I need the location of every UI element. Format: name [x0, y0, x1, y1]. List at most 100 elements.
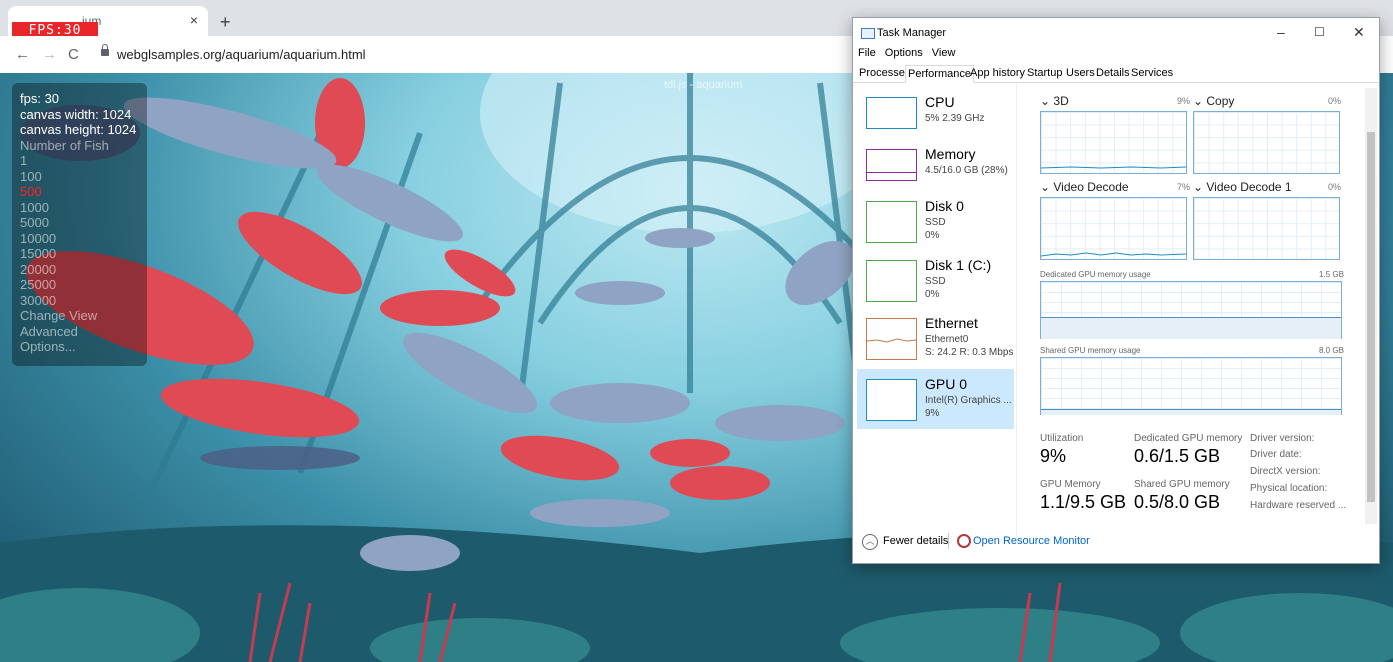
- shared-memory-graph: [1040, 357, 1342, 415]
- tab-services[interactable]: Services: [1129, 65, 1175, 82]
- back-button[interactable]: ←: [15, 46, 30, 63]
- menu-options[interactable]: Options: [885, 47, 923, 59]
- directx-version-label: DirectX version:: [1250, 466, 1321, 477]
- fish-option-selected[interactable]: 500: [20, 184, 147, 200]
- fish-option[interactable]: 1000: [20, 200, 147, 216]
- resource-name: CPU: [925, 94, 955, 110]
- resource-detail: 0%: [925, 230, 940, 241]
- engine-copy-label: ⌄ Copy: [1193, 94, 1235, 108]
- task-manager-titlebar[interactable]: Task Manager – ☐ ✕: [853, 18, 1379, 48]
- resource-name: Disk 1 (C:): [925, 257, 992, 273]
- window-title: Task Manager: [877, 27, 947, 39]
- resource-detail: 5% 2.39 GHz: [925, 113, 985, 124]
- open-resource-monitor-link[interactable]: Open Resource Monitor: [973, 535, 1090, 547]
- menu-view[interactable]: View: [932, 47, 956, 59]
- tab-close-icon[interactable]: ×: [190, 12, 198, 28]
- cpu-thumbnail: [866, 97, 917, 129]
- engine-video-decode-pct: 7%: [1177, 182, 1191, 192]
- resource-detail: 0%: [925, 289, 940, 300]
- fewer-details-link[interactable]: Fewer details: [883, 535, 948, 547]
- canvas-height-readout: canvas height: 1024: [20, 122, 137, 137]
- dedicated-memory-graph: [1040, 281, 1342, 339]
- engine-copy-pct: 0%: [1328, 96, 1342, 106]
- minimize-button[interactable]: –: [1277, 24, 1285, 40]
- menu-file[interactable]: File: [858, 47, 876, 59]
- hardware-reserved-label: Hardware reserved ...: [1250, 500, 1347, 511]
- fish-option[interactable]: 15000: [20, 246, 147, 262]
- utilization-value: 9%: [1040, 446, 1067, 466]
- physical-location-label: Physical location:: [1250, 483, 1328, 494]
- resource-memory[interactable]: Memory 4.5/16.0 GB (28%): [857, 139, 1014, 197]
- fish-option[interactable]: 25000: [20, 277, 147, 293]
- footer-divider: [948, 533, 949, 549]
- advanced-link[interactable]: Advanced: [20, 324, 147, 340]
- close-button[interactable]: ✕: [1353, 24, 1365, 41]
- maximize-button[interactable]: ☐: [1314, 25, 1325, 39]
- tab-strip: Processes Performance App history Startu…: [853, 65, 1379, 83]
- resource-name: Ethernet: [925, 315, 978, 331]
- menu-bar: File Options View: [858, 47, 961, 59]
- dedicated-gpu-memory-value: 0.6/1.5 GB: [1134, 446, 1221, 466]
- utilization-label: Utilization: [1040, 433, 1084, 444]
- fish-option[interactable]: 1: [20, 153, 147, 169]
- resource-name: Memory: [925, 146, 976, 162]
- gpu-memory-value: 1.1/9.5 GB: [1040, 492, 1127, 512]
- tab-details[interactable]: Details: [1094, 65, 1132, 82]
- reload-button[interactable]: C: [68, 46, 79, 63]
- engine-copy-graph: [1193, 111, 1340, 174]
- change-view-link[interactable]: Change View: [20, 308, 147, 324]
- fish-option[interactable]: 10000: [20, 231, 147, 247]
- task-manager-footer: ︿ Fewer details Open Resource Monitor: [853, 530, 1379, 562]
- resource-monitor-icon: [957, 534, 971, 548]
- resource-detail: SSD: [925, 217, 946, 228]
- resource-detail: Intel(R) Graphics ...: [925, 395, 1012, 406]
- resource-detail: Ethernet0: [925, 334, 969, 345]
- scrollbar[interactable]: [1365, 88, 1377, 524]
- resource-gpu-0[interactable]: GPU 0 Intel(R) Graphics ... 9%: [857, 369, 1014, 429]
- shared-memory-label: Shared GPU memory usage: [1040, 346, 1141, 355]
- shared-gpu-memory-value: 0.5/8.0 GB: [1134, 492, 1221, 512]
- panel-divider: [1016, 83, 1017, 538]
- gpu-memory-label: GPU Memory: [1040, 479, 1101, 490]
- performance-panel: CPU 5% 2.39 GHz Memory 4.5/16.0 GB (28%)…: [853, 83, 1379, 538]
- driver-version-label: Driver version:: [1250, 433, 1315, 444]
- task-manager-window: Task Manager – ☐ ✕ File Options View Pro…: [852, 17, 1380, 564]
- disk0-thumbnail: [866, 201, 917, 243]
- task-manager-icon: [861, 28, 875, 39]
- resource-name: Disk 0: [925, 198, 964, 214]
- engine-video-decode-graph: [1040, 197, 1187, 260]
- fps-readout: fps: 30: [20, 91, 60, 106]
- fish-option[interactable]: 20000: [20, 262, 147, 278]
- shared-gpu-memory-label: Shared GPU memory: [1134, 479, 1230, 490]
- engine-video-decode-1-pct: 0%: [1328, 182, 1342, 192]
- scrollbar-thumb[interactable]: [1367, 132, 1375, 502]
- tab-startup[interactable]: Startup: [1025, 65, 1064, 82]
- engine-3d-graph: [1040, 111, 1187, 174]
- forward-button[interactable]: →: [42, 46, 57, 63]
- engine-video-decode-1-label: ⌄ Video Decode 1: [1193, 180, 1292, 194]
- new-tab-button[interactable]: +: [220, 12, 231, 33]
- tab-performance[interactable]: Performance: [905, 65, 974, 83]
- resource-disk-1[interactable]: Disk 1 (C:) SSD 0%: [857, 250, 1014, 308]
- tab-app-history[interactable]: App history: [968, 65, 1027, 82]
- scene-title: tdl.js - aquarium: [664, 79, 743, 91]
- dedicated-gpu-memory-label: Dedicated GPU memory: [1134, 433, 1243, 444]
- disk1-thumbnail: [866, 260, 917, 302]
- resource-cpu[interactable]: CPU 5% 2.39 GHz: [857, 87, 1014, 145]
- options-link[interactable]: Options...: [20, 339, 147, 355]
- fish-option[interactable]: 100: [20, 169, 147, 185]
- resource-detail: 9%: [925, 408, 940, 419]
- resource-ethernet[interactable]: Ethernet Ethernet0 S: 24.2 R: 0.3 Mbps: [857, 308, 1014, 366]
- canvas-width-readout: canvas width: 1024: [20, 106, 132, 122]
- aquarium-controls-panel: fps: 30 canvas width: 1024 canvas height…: [12, 83, 147, 366]
- memory-thumbnail: [866, 149, 917, 181]
- fish-option[interactable]: 30000: [20, 293, 147, 309]
- fish-option[interactable]: 5000: [20, 215, 147, 231]
- tab-users[interactable]: Users: [1064, 65, 1097, 82]
- chevron-up-icon[interactable]: ︿: [862, 534, 878, 550]
- resource-disk-0[interactable]: Disk 0 SSD 0%: [857, 191, 1014, 249]
- dedicated-memory-label: Dedicated GPU memory usage: [1040, 270, 1151, 279]
- url-field[interactable]: webglsamples.org/aquarium/aquarium.html: [117, 47, 366, 62]
- dedicated-memory-max: 1.5 GB: [1319, 270, 1344, 279]
- driver-date-label: Driver date:: [1250, 449, 1302, 460]
